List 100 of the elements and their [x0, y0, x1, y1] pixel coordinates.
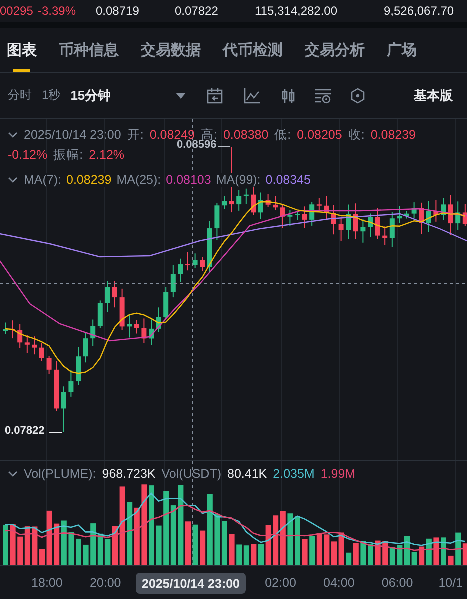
- candlestick: [332, 205, 336, 236]
- candlestick: [382, 226, 388, 246]
- tab[interactable]: 交易数据: [141, 28, 212, 72]
- candlestick: [222, 196, 227, 210]
- candlestick: [18, 324, 23, 349]
- candlestick: [251, 185, 256, 216]
- candlestick: [258, 192, 264, 220]
- ma-label: MA(7):: [24, 173, 62, 187]
- interval-option[interactable]: 15分钟: [70, 86, 112, 104]
- candlestick: [54, 360, 60, 412]
- candlestick: [324, 196, 330, 220]
- candlestick: [46, 356, 52, 375]
- ticker-value: 0.08719: [96, 4, 140, 18]
- change-value: -0.12%: [8, 147, 48, 164]
- candlestick: [434, 200, 439, 222]
- candlestick: [98, 300, 103, 329]
- chevron-icon[interactable]: [8, 177, 18, 183]
- caret-icon[interactable]: [176, 92, 186, 98]
- ticker-value: 00295: [0, 4, 34, 18]
- candlestick: [360, 218, 366, 244]
- time-label: 06:00: [382, 576, 414, 590]
- candlestick: [83, 332, 88, 364]
- crosshair-time-label: 2025/10/14 23:00: [136, 573, 246, 594]
- candlestick: [156, 307, 162, 333]
- time-label: 20:00: [90, 576, 122, 590]
- candlestick: [127, 314, 132, 338]
- candlestick: [90, 319, 96, 348]
- ma-value: 0.08239: [66, 173, 112, 187]
- candlestick: [244, 188, 249, 205]
- candlestick: [426, 200, 432, 233]
- field-value: 0.08239: [370, 127, 416, 144]
- candlestick: [214, 202, 220, 241]
- ticker-value: 0.07822: [175, 4, 218, 18]
- high-price-label: 0.08596: [177, 139, 217, 151]
- leader-line: [218, 146, 230, 147]
- candlestick: [302, 206, 308, 228]
- candlestick: [346, 204, 352, 240]
- mode-button[interactable]: 基本版: [414, 86, 453, 104]
- chevron-icon[interactable]: [8, 132, 18, 138]
- tab[interactable]: 图表: [7, 28, 48, 72]
- chevron-icon[interactable]: [8, 471, 18, 477]
- indicator-settings-icon[interactable]: [315, 88, 331, 104]
- field-label: 低:: [274, 127, 292, 144]
- candlestick: [375, 208, 380, 240]
- field-value: 2.12%: [89, 147, 125, 164]
- candlestick: [192, 253, 198, 269]
- time-label: 10/1: [438, 576, 464, 590]
- candlestick: [404, 211, 410, 220]
- candlestick: [310, 202, 315, 226]
- candlestick: [280, 204, 286, 229]
- candlestick: [316, 198, 322, 211]
- hexagon-icon[interactable]: [351, 88, 365, 104]
- volume-label: Vol(USDT): [162, 467, 222, 481]
- tab[interactable]: 币种信息: [59, 28, 130, 72]
- tab[interactable]: 广场: [387, 28, 428, 72]
- candlestick: [149, 319, 154, 346]
- candlestick: [441, 198, 446, 220]
- candlestick: [353, 203, 358, 240]
- ticker-value: -3.39%: [38, 4, 76, 18]
- candlestick-icon[interactable]: [281, 88, 297, 104]
- candlestick: [462, 204, 467, 227]
- interval-option[interactable]: 分时: [8, 87, 32, 104]
- candlestick: [164, 286, 169, 320]
- ma-value: 0.08103: [166, 173, 212, 187]
- candlestick: [368, 213, 373, 238]
- candlestick: [105, 280, 110, 313]
- candlestick: [186, 252, 190, 272]
- time-label: 18:00: [32, 576, 63, 590]
- ma-label: MA(99):: [216, 173, 261, 187]
- ma-value: 0.08345: [266, 173, 311, 187]
- candlestick: [170, 264, 176, 298]
- candlestick: [40, 342, 44, 362]
- field-label: 收:: [348, 127, 365, 144]
- calendar-icon[interactable]: [207, 88, 223, 104]
- low-price-label: 0.07822: [5, 425, 45, 437]
- candlestick: [76, 346, 81, 386]
- candlestick: [448, 194, 454, 236]
- candlestick: [338, 217, 344, 242]
- candlestick: [3, 322, 8, 335]
- tab[interactable]: 交易分析: [305, 28, 376, 72]
- time-label: 02:00: [265, 576, 296, 590]
- volume-value: 968.723K: [102, 467, 156, 481]
- field-label: 振幅:: [54, 147, 84, 164]
- candlestick: [397, 206, 402, 224]
- ticker-value: 9,526,067.70: [384, 4, 454, 18]
- line-chart-icon[interactable]: [244, 88, 260, 104]
- candlestick: [68, 370, 74, 398]
- volume-value: 80.41K: [228, 467, 268, 481]
- time-label: 04:00: [324, 576, 355, 590]
- field-value: 0.08205: [297, 127, 342, 144]
- candlestick: [273, 196, 278, 211]
- candlestick: [120, 288, 125, 331]
- volume-value: 1.99M: [320, 467, 356, 481]
- tab[interactable]: 代币检测: [223, 28, 294, 72]
- interval-option[interactable]: 1秒: [42, 87, 61, 104]
- candlestick: [200, 256, 206, 272]
- volume-value: 2.035M: [273, 467, 315, 481]
- candlestick: [412, 202, 417, 220]
- ticker-value: 115,314,282.00: [255, 4, 338, 18]
- candlestick: [207, 221, 212, 274]
